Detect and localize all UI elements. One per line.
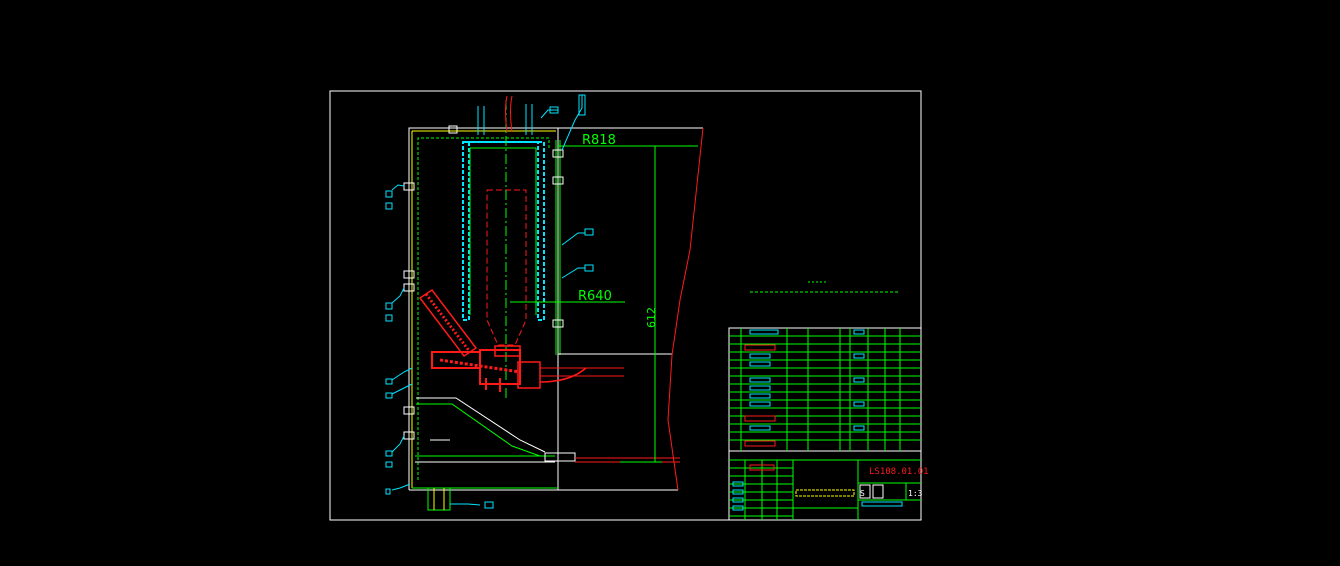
support-frame [558,127,704,491]
red-manipulator [418,288,624,392]
cad-drawing-canvas[interactable]: R818 R640 612 LS108.01.01 S 1:3 [0,0,1340,566]
title-block [728,327,922,521]
dimension-r818: R818 [582,133,616,148]
drawing-number: LS108.01.01 [869,467,929,477]
top-nozzles [477,95,533,135]
technical-notes [750,281,900,293]
dimension-612: 612 [645,307,658,328]
drawing-scale: 1:3 [908,489,923,498]
sheet-mark: S [860,489,865,498]
heating-coils [462,141,545,321]
dimension-r640: R640 [578,289,612,304]
flange-clamps [403,125,576,462]
